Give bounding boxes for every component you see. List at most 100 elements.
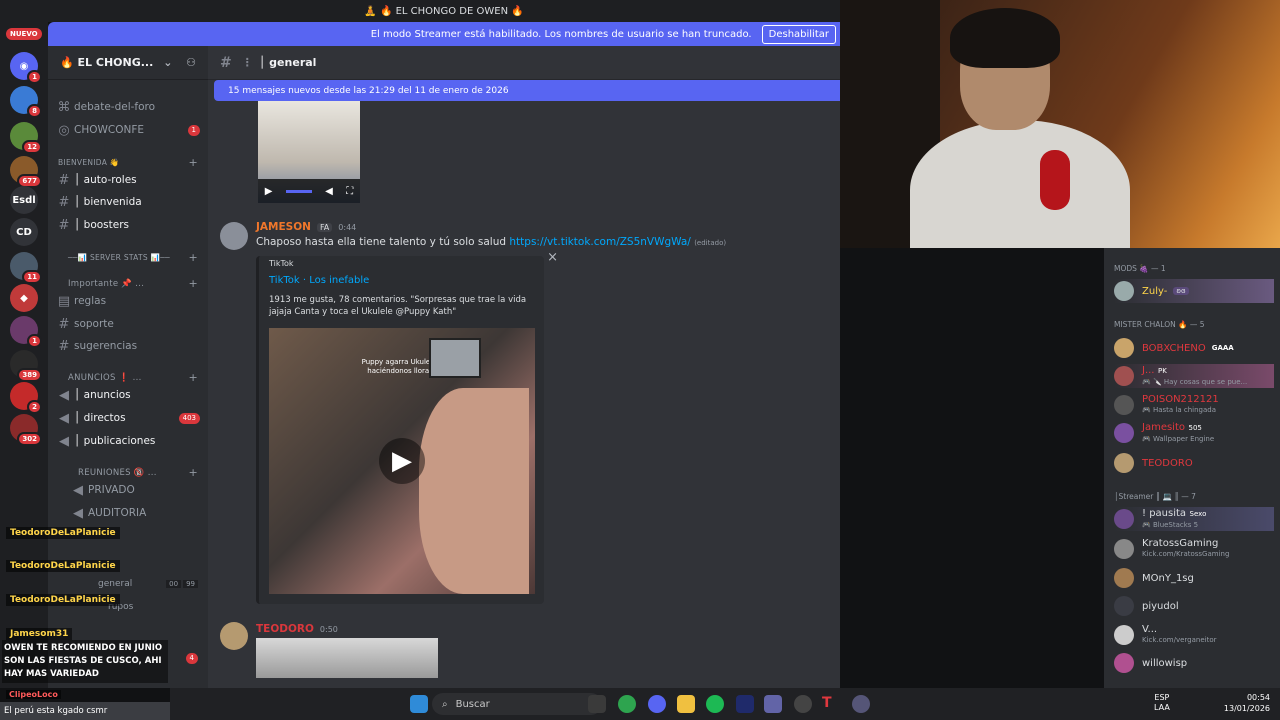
member-item[interactable]: J... PK 🎮 🔪 Hay cosas que se pue... [1114, 364, 1274, 388]
member-item[interactable]: ! pausita Sexo 🎮 BlueStacks 5 [1114, 507, 1274, 531]
server-header[interactable]: 🔥 EL CHONG... ⌄ ⚇ [48, 46, 208, 80]
avatar[interactable] [220, 222, 248, 250]
member-item[interactable]: Jamesito 505 🎮 Wallpaper Engine [1114, 421, 1274, 445]
spotify-icon[interactable] [706, 695, 724, 713]
avatar [1114, 338, 1134, 358]
member-name: BOBXCHENO [1142, 342, 1206, 354]
language-code: ESP [1154, 693, 1170, 702]
server-icon-8[interactable]: ◆ [10, 284, 38, 312]
server-icon-11[interactable]: 2 [10, 382, 42, 414]
play-button[interactable]: ▶ [379, 438, 425, 484]
play-icon[interactable]: ▶ [265, 186, 273, 197]
add-channel-icon[interactable]: + [188, 156, 198, 169]
taskbar-search[interactable]: ⌕ Buscar [432, 693, 602, 715]
member-name: Zuly- [1142, 285, 1168, 297]
server-icon-cd[interactable]: CD [10, 218, 38, 246]
embed-description: 1913 me gusta, 78 comentarios. "Sorpresa… [269, 295, 527, 317]
category-bienvenida[interactable]: BIENVENIDA 👋 + [58, 156, 198, 169]
member-item[interactable]: BOBXCHENO GAAA [1114, 336, 1274, 360]
server-icon-esdl[interactable]: Esdl [10, 186, 38, 214]
category-reuniones[interactable]: REUNIONES 🔞 ... + [78, 466, 198, 479]
video-attachment[interactable]: ▶ ◀ ⛶ [258, 101, 360, 203]
server-icon-7[interactable]: 11 [10, 252, 42, 284]
user-limit: 99 [183, 580, 198, 588]
server-icon-4[interactable]: 677 [10, 156, 42, 188]
server-icon-discord[interactable]: ◉ 1 [10, 52, 42, 84]
chat-username: ClipeoLoco [6, 690, 61, 699]
channel-publicaciones[interactable]: ◀ │ publicaciones [54, 431, 204, 451]
server-icon-9[interactable]: 1 [10, 316, 42, 348]
obs-icon[interactable] [794, 695, 812, 713]
member-item[interactable]: MOnY_1sg [1114, 566, 1274, 590]
server-icon-2[interactable]: 8 [10, 86, 42, 118]
add-channel-icon[interactable]: + [188, 251, 198, 264]
channel-sugerencias[interactable]: # sugerencias [54, 336, 204, 356]
avatar [1114, 625, 1134, 645]
channel-label: sugerencias [74, 340, 138, 352]
member-item[interactable]: Zuly- ʚɞ [1114, 279, 1274, 303]
category-server-stats[interactable]: ──📊 SERVER STATS 📊── + [68, 251, 198, 264]
avatar[interactable] [220, 622, 248, 650]
text-app-icon[interactable]: T [822, 695, 840, 713]
server-icon-3[interactable]: 12 [10, 122, 42, 154]
channel-auto-roles[interactable]: # │ auto-roles [54, 170, 204, 190]
member-item[interactable]: willowisp [1114, 651, 1274, 675]
windows-start-icon[interactable] [410, 695, 428, 713]
add-friend-icon[interactable]: ⚇ [186, 56, 196, 69]
add-channel-icon[interactable]: + [188, 277, 198, 290]
message-author[interactable]: JAMESON [256, 221, 311, 233]
close-icon[interactable]: × [547, 250, 558, 265]
message-link[interactable]: https://vt.tiktok.com/ZS5nVWgWa/ [509, 236, 690, 248]
channel-privado[interactable]: ◀ PRIVADO [68, 480, 198, 500]
embed-video-thumbnail[interactable]: Puppy agarra Ukulele Termina haciéndonos… [269, 328, 535, 594]
thread-icon[interactable]: ⋮ [242, 56, 253, 69]
member-name: POISON212121 [1142, 394, 1219, 405]
avatar [1114, 539, 1134, 559]
system-clock[interactable]: 00:54 13/01/2026 [1180, 692, 1270, 714]
category-importante[interactable]: Importante 📌 ... + [68, 277, 198, 290]
language-indicator[interactable]: ESP LAA [1154, 693, 1170, 713]
embed-title[interactable]: TikTok · Los inefable [269, 275, 369, 286]
discord-icon[interactable] [648, 695, 666, 713]
channel-chowconfe[interactable]: ◎ CHOWCONFE 1 [54, 120, 204, 140]
category-anuncios[interactable]: ANUNCIOS ❗ ... + [68, 371, 198, 384]
server-badge: 8 [27, 104, 42, 118]
channel-reglas[interactable]: ▤ reglas [54, 291, 204, 311]
channel-directos[interactable]: ◀ │ directos 403 [54, 408, 204, 428]
avatar [1114, 509, 1134, 529]
member-item[interactable]: KratossGaming Kick.com/KratossGaming [1114, 537, 1274, 561]
folder-icon[interactable] [677, 695, 695, 713]
member-tag: GAAA [1211, 344, 1234, 352]
channel-anuncios[interactable]: ◀ │ anuncios [54, 385, 204, 405]
message-author[interactable]: TEODORO [256, 623, 314, 635]
member-item[interactable]: piyudol [1114, 594, 1274, 618]
new-messages-bar[interactable]: 15 mensajes nuevos desde las 21:29 del 1… [214, 80, 840, 101]
avatar [1114, 568, 1134, 588]
fullscreen-icon[interactable]: ⛶ [346, 186, 353, 197]
channel-soporte[interactable]: # soporte [54, 314, 204, 334]
member-item[interactable]: POISON212121 🎮 Hasta la chingada [1114, 393, 1274, 417]
chrome-icon[interactable] [618, 695, 636, 713]
image-attachment[interactable] [256, 638, 438, 678]
server-icon-10[interactable]: 389 [10, 350, 42, 382]
member-tag: 505 [1188, 424, 1202, 432]
channel-boosters[interactable]: # │ boosters [54, 215, 204, 235]
category-label: ANUNCIOS ❗ ... [68, 372, 142, 383]
megaphone-icon: ◀ [59, 433, 69, 449]
add-channel-icon[interactable]: + [188, 371, 198, 384]
task-view-icon[interactable] [588, 695, 606, 713]
server-icon-12[interactable]: 302 [10, 414, 42, 446]
premiere-icon[interactable] [736, 695, 754, 713]
channel-label: AUDITORIA [88, 507, 147, 519]
discord-icon: ◉ [19, 60, 29, 72]
channel-debate[interactable]: ⌘ debate-del-foro [54, 97, 204, 117]
volume-icon[interactable]: ◀ [325, 186, 333, 197]
channel-bienvenida[interactable]: # │ bienvenida [54, 192, 204, 212]
member-item[interactable]: TEODORO [1114, 451, 1274, 475]
disable-streamer-button[interactable]: Deshabilitar [761, 24, 836, 44]
settings-icon[interactable] [852, 695, 870, 713]
member-item[interactable]: V... Kick.com/verganeitor [1114, 623, 1274, 647]
progress-bar[interactable] [285, 189, 312, 193]
add-channel-icon[interactable]: + [188, 466, 198, 479]
teams-icon[interactable] [764, 695, 782, 713]
